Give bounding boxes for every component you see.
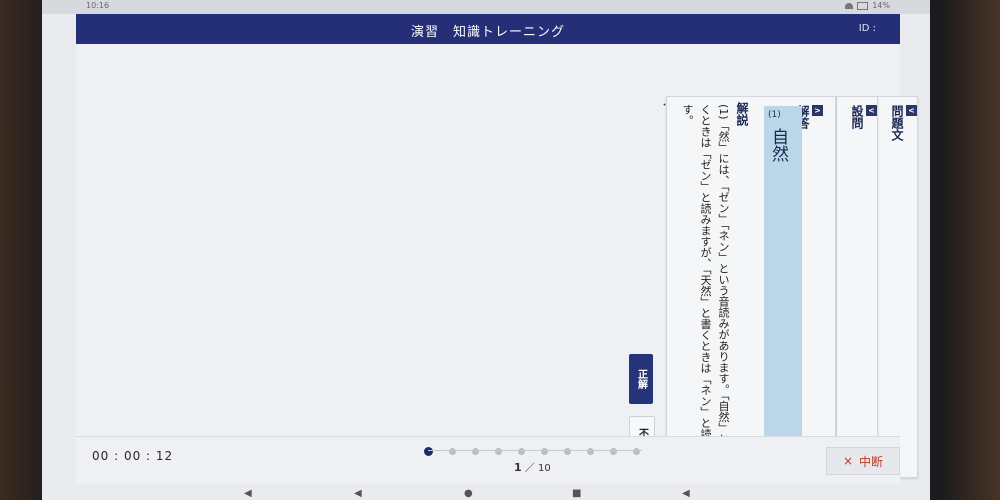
interrupt-label: 中断 (859, 454, 884, 469)
tab-question[interactable]: < 設問 (836, 96, 878, 478)
user-id-label: ID : (858, 23, 876, 34)
recents-icon[interactable]: ■ (572, 488, 581, 499)
tablet-screen: 10:16 14% 演習 知識トレーニング ID : ・ < 問題文 < 設問 (42, 0, 930, 500)
bottom-bar: 00 : 00 : 12 1 ／ 10 × 中断 (76, 436, 900, 485)
tab-question-label: 設問 (850, 105, 864, 129)
explanation-text: (1)「然」には、「ゼン」「ネン」という音読みがあります。「自然」と書くときは「… (681, 104, 730, 462)
page-separator: ／ (524, 463, 535, 474)
interrupt-button[interactable]: × 中断 (826, 447, 900, 475)
system-navbar: ◀ ◀ ● ■ ◀ (42, 484, 930, 500)
status-bar: 10:16 14% (42, 0, 930, 14)
wifi-icon (845, 2, 854, 9)
close-icon: × (842, 454, 854, 468)
explanation-heading: 解説 (735, 102, 749, 126)
battery-icon (857, 1, 869, 10)
battery-level: 14% (872, 1, 890, 10)
tab-question-text-label: 問題文 (890, 105, 904, 141)
status-time: 10:16 (86, 1, 110, 10)
answer-word: 自然 (768, 128, 788, 162)
back-icon[interactable]: ◀ (354, 488, 362, 499)
chevron-left-icon: < (906, 105, 917, 116)
status-icons: 14% (845, 1, 890, 10)
progress-dot[interactable] (424, 447, 433, 456)
correct-button[interactable]: 正解 (629, 354, 653, 404)
total-pages: 10 (538, 463, 551, 474)
volume-up-icon[interactable]: ◀ (682, 488, 690, 499)
progress-line (428, 450, 642, 451)
chevron-left-icon: < (866, 105, 877, 116)
elapsed-timer: 00 : 00 : 12 (92, 449, 174, 463)
main-content: ・ < 問題文 < 設問 > 解答 (1) 自然 解説 (1)「然」には、「ゼン… (76, 44, 918, 478)
progress-indicator (424, 447, 656, 456)
chevron-right-icon: > (812, 105, 823, 116)
volume-down-icon[interactable]: ◀ (244, 488, 252, 499)
page-title: 演習 知識トレーニング (410, 25, 565, 40)
home-icon[interactable]: ● (464, 488, 473, 499)
app-header: 演習 知識トレーニング ID : (76, 14, 900, 44)
page-counter: 1 ／ 10 (514, 459, 551, 474)
answer-number: (1) (768, 110, 781, 120)
current-page: 1 (514, 461, 522, 474)
tab-question-text[interactable]: < 問題文 (876, 96, 918, 478)
